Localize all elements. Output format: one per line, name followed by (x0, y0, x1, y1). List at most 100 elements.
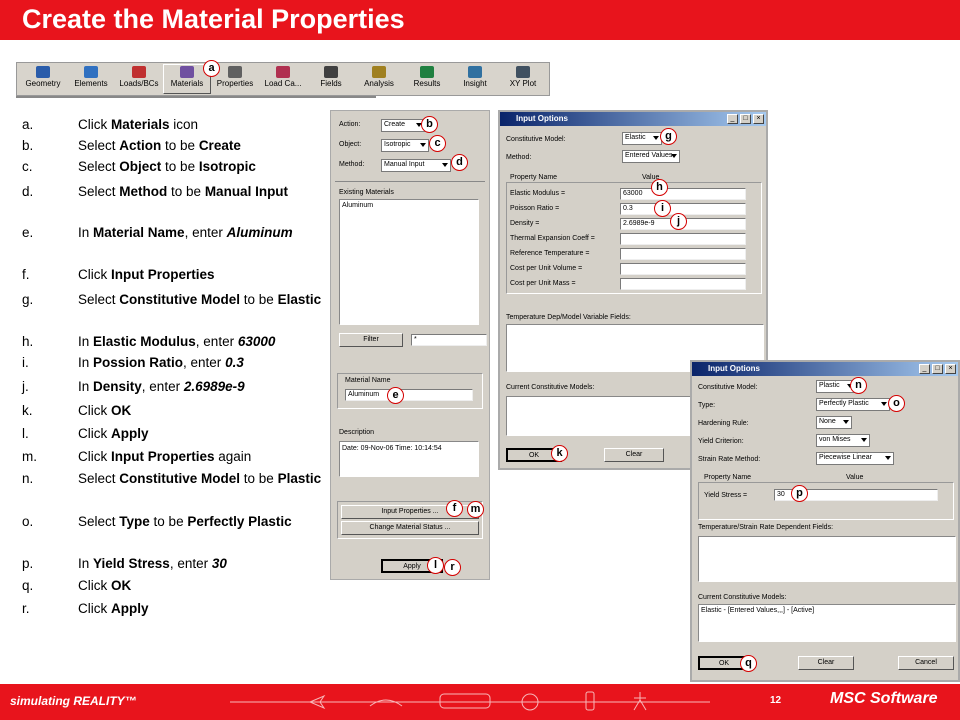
change-material-status-button[interactable]: Change Material Status ... (341, 521, 479, 535)
step-text-part: Select (78, 159, 120, 174)
action-select[interactable]: Create (381, 119, 425, 132)
step-text-part: Elastic Modulus (93, 334, 196, 349)
step-text-part: , enter (184, 225, 227, 240)
description-label: Description (339, 429, 375, 436)
step-text-part: 2.6989e-9 (183, 379, 245, 394)
step-text: Click Input Properties (78, 266, 338, 283)
chevron-down-icon (861, 438, 867, 442)
toolbar-button-analysis[interactable]: Analysis (355, 65, 403, 88)
method-select[interactable]: Manual Input (381, 159, 451, 172)
load-cases-icon (276, 66, 290, 78)
yield-criterion-select[interactable]: von Mises (816, 434, 870, 447)
current-models-list[interactable]: Elastic - [Entered Values,,,] - [Active] (698, 604, 956, 642)
callout-e: e (387, 387, 404, 404)
filter-button[interactable]: Filter (339, 333, 403, 347)
constitutive-model-select[interactable]: Elastic (622, 132, 662, 145)
step-text-part: Materials (111, 117, 170, 132)
properties-icon (228, 66, 242, 78)
callout-o: o (888, 395, 905, 412)
chevron-down-icon (885, 456, 891, 460)
method-label: Method: (506, 154, 532, 161)
clear-button[interactable]: Clear (604, 448, 664, 462)
clear-button[interactable]: Clear (798, 656, 854, 670)
step-key: o. (22, 514, 34, 529)
step-text-part: , enter (183, 355, 226, 370)
close-icon[interactable]: × (753, 114, 764, 124)
hardening-rule-select[interactable]: None (816, 416, 852, 429)
cancel-button[interactable]: Cancel (898, 656, 954, 670)
step-key: p. (22, 556, 34, 571)
method-select[interactable]: Entered Values (622, 150, 680, 163)
step-text-part: In (78, 225, 94, 240)
value-header: Value (846, 474, 864, 481)
object-select[interactable]: Isotropic (381, 139, 429, 152)
callout-b: b (421, 116, 438, 133)
step-key: a. (22, 117, 34, 132)
toolbar-label: Elements (74, 79, 108, 88)
step-text-part: Density (93, 379, 142, 394)
callout-h: h (651, 179, 668, 196)
description-text[interactable]: Date: 09-Nov-06 Time: 10:14:54 (339, 441, 479, 477)
toolbar-button-geometry[interactable]: Geometry (19, 65, 67, 88)
step-text-part: Perfectly Plastic (187, 514, 292, 529)
minimize-icon[interactable]: _ (727, 114, 738, 124)
toolbar-label: Analysis (364, 79, 394, 88)
current-models-label: Current Constitutive Models: (506, 384, 595, 391)
property-value-input[interactable]: 63000 (620, 188, 746, 200)
toolbar-button-loads[interactable]: Loads/BCs (115, 65, 163, 88)
maximize-icon[interactable]: □ (740, 114, 751, 124)
property-name: Cost per Unit Volume = (510, 265, 583, 272)
step-text-part: Object (119, 159, 162, 174)
toolbar-button-elements[interactable]: Elements (67, 65, 115, 88)
toolbar-label: Results (413, 79, 441, 88)
step-text-part: In (78, 355, 94, 370)
callout-q: q (740, 655, 757, 672)
toolbar-button-results[interactable]: Results (403, 65, 451, 88)
temp-strain-fields-list[interactable] (698, 536, 956, 582)
temp-dep-fields-label: Temperature Dep/Model Variable Fields: (506, 314, 631, 321)
footer-decoration-icon (230, 691, 710, 711)
property-value-input[interactable] (620, 263, 746, 275)
current-models-label: Current Constitutive Models: (698, 594, 787, 601)
input-options-window-plastic: Input Options _ □ × Constitutive Model: … (690, 360, 960, 682)
step-key: b. (22, 138, 34, 153)
step-text-part: Click (78, 601, 111, 616)
strain-rate-select[interactable]: Piecewise Linear (816, 452, 894, 465)
properties-group (698, 482, 954, 520)
page-number: 12 (770, 695, 782, 706)
main-toolbar: Geometry Elements Loads/BCs Materials Proper… (16, 62, 550, 96)
step-key: g. (22, 292, 34, 307)
toolbar-button-xy-plot[interactable]: XY Plot (499, 65, 547, 88)
step-text-part: Input Properties (111, 449, 215, 464)
step-text: Select Method to be Manual Input (78, 183, 338, 200)
property-value-input[interactable] (620, 248, 746, 260)
callout-k: k (551, 445, 568, 462)
property-value-input[interactable]: 0.3 (620, 203, 746, 215)
material-name-input[interactable]: Aluminum (345, 389, 473, 401)
toolbar-button-fields[interactable]: Fields (307, 65, 355, 88)
step-text-part: Elastic (277, 292, 322, 307)
callout-j: j (670, 213, 687, 230)
strain-rate-label: Strain Rate Method: (698, 456, 761, 463)
toolbar-label: Fields (320, 79, 342, 88)
property-value-input[interactable] (620, 233, 746, 245)
toolbar-button-load-cases[interactable]: Load Ca... (259, 65, 307, 88)
step-text-part: Material Name (93, 225, 185, 240)
list-item[interactable]: Aluminum (342, 202, 476, 209)
minimize-icon[interactable]: _ (919, 364, 930, 374)
type-select[interactable]: Perfectly Plastic (816, 398, 890, 411)
filter-input[interactable]: * (411, 334, 487, 346)
maximize-icon[interactable]: □ (932, 364, 943, 374)
list-item[interactable]: Elastic - [Entered Values,,,] - [Active] (701, 607, 814, 614)
step-text: Click Apply (78, 600, 338, 617)
toolbar-button-insight[interactable]: Insight (451, 65, 499, 88)
property-name: Poisson Ratio = (510, 205, 560, 212)
property-value-input[interactable] (620, 278, 746, 290)
callout-a: a (203, 60, 220, 77)
step-text-part: to be (240, 292, 278, 307)
close-icon[interactable]: × (945, 364, 956, 374)
existing-materials-list[interactable]: Aluminum (339, 199, 479, 325)
step-key: l. (22, 426, 29, 441)
results-icon (420, 66, 434, 78)
constitutive-model-label: Constitutive Model: (506, 136, 566, 143)
